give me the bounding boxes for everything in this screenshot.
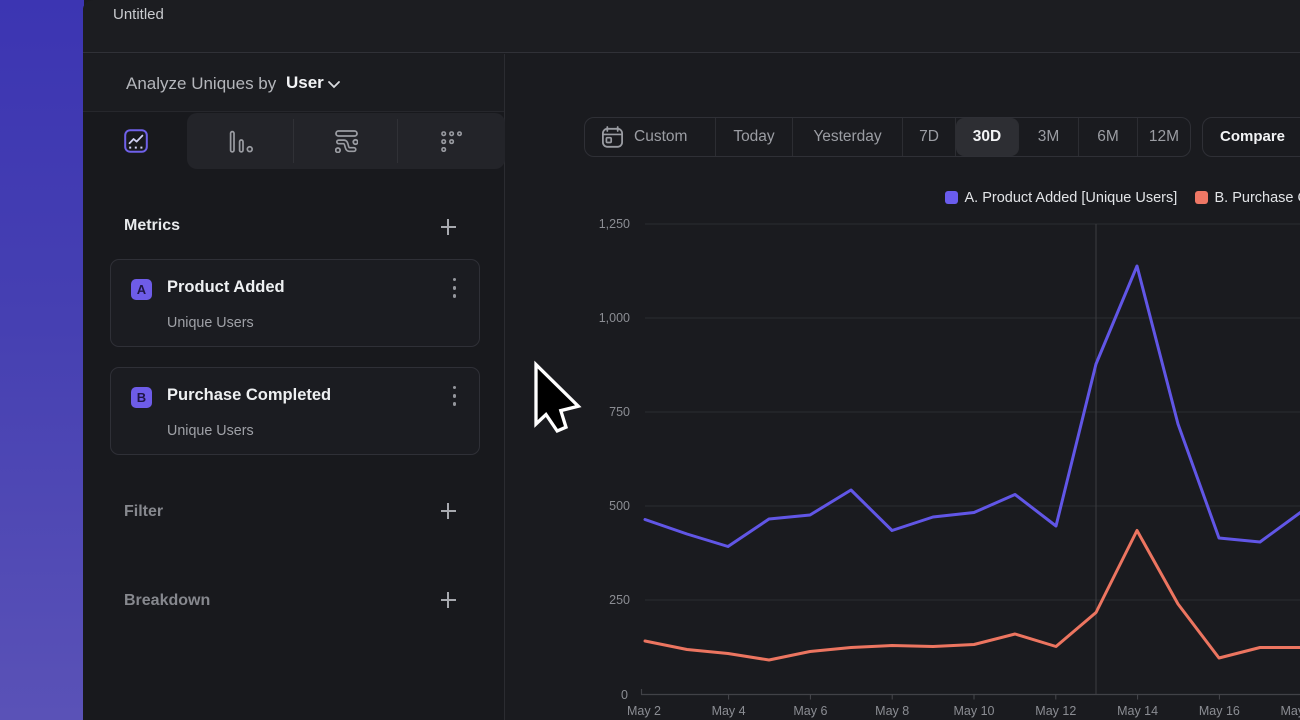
svg-text:May 8: May 8 <box>875 704 909 718</box>
svg-text:250: 250 <box>609 593 630 607</box>
svg-text:May 16: May 16 <box>1199 704 1240 718</box>
svg-text:750: 750 <box>609 405 630 419</box>
svg-text:May 10: May 10 <box>954 704 995 718</box>
svg-text:May 2: May 2 <box>627 704 661 718</box>
svg-text:May 12: May 12 <box>1035 704 1076 718</box>
svg-text:May 14: May 14 <box>1117 704 1158 718</box>
svg-text:1,250: 1,250 <box>599 217 630 231</box>
svg-text:1,000: 1,000 <box>599 311 630 325</box>
svg-text:May 4: May 4 <box>712 704 746 718</box>
svg-text:May 18: May 18 <box>1281 704 1300 718</box>
svg-text:0: 0 <box>621 688 628 702</box>
svg-text:May 6: May 6 <box>793 704 827 718</box>
svg-text:500: 500 <box>609 499 630 513</box>
